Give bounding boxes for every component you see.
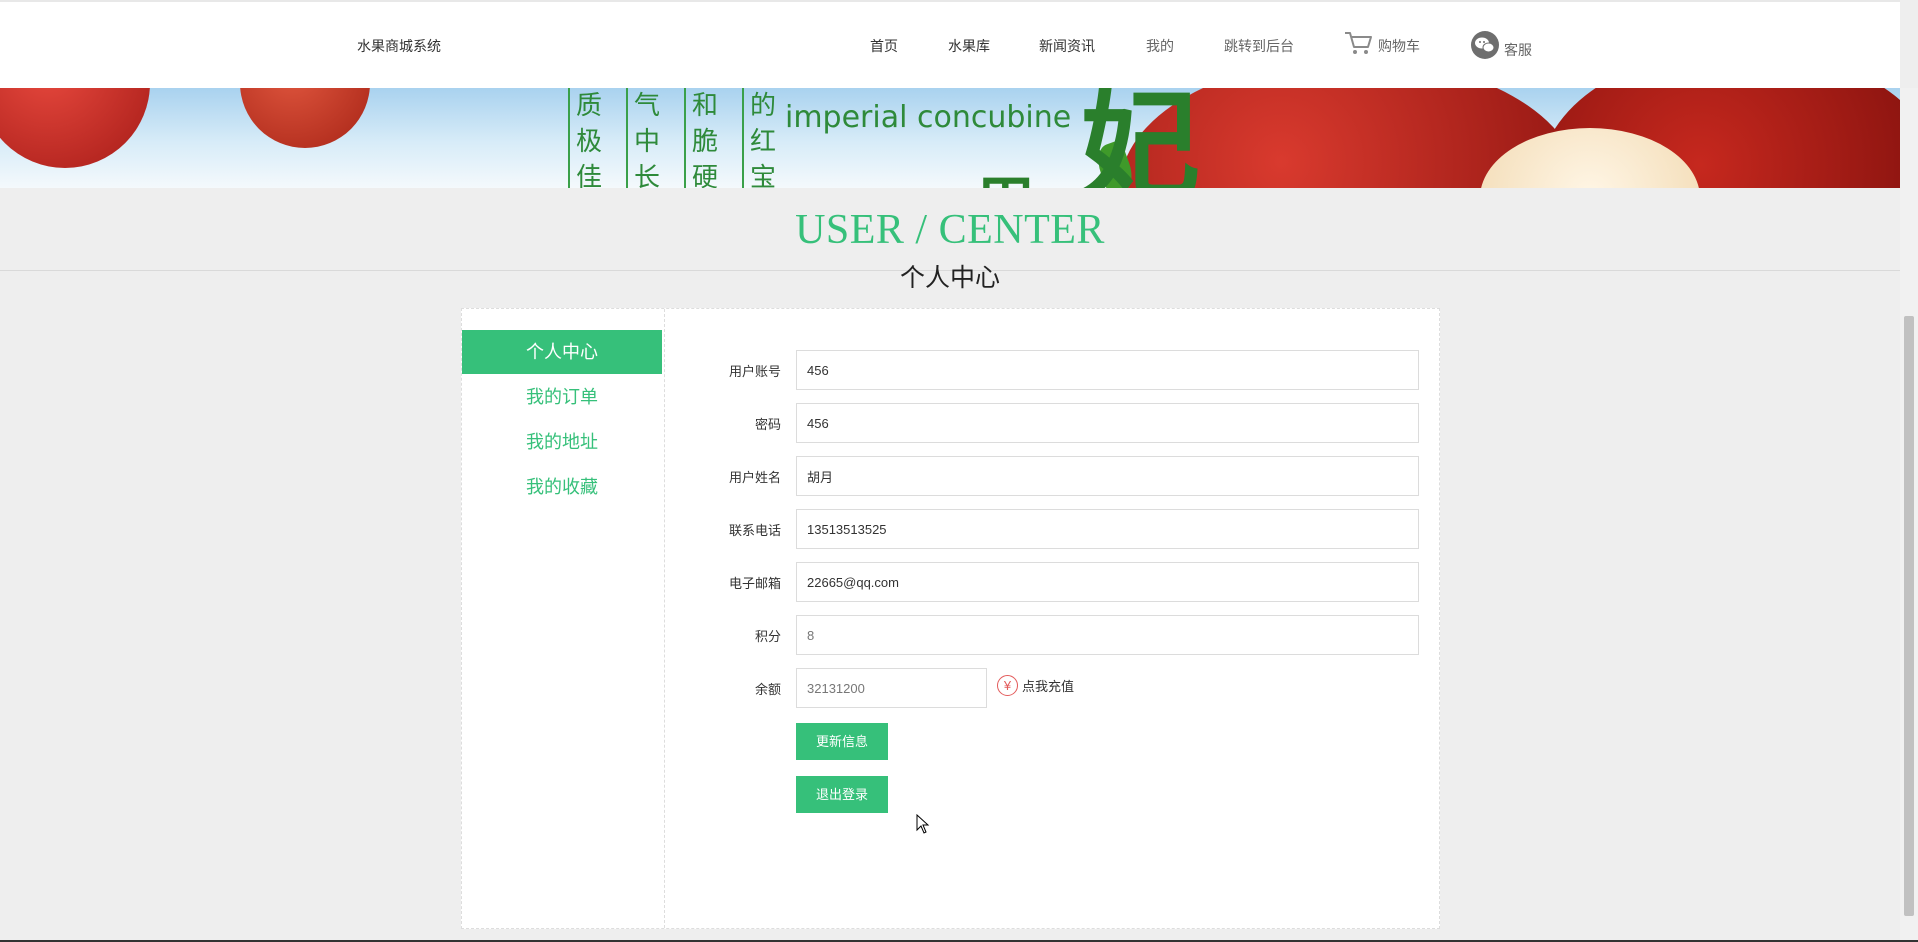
email-label: 电子邮箱 [728, 576, 781, 591]
nav-fruit-library[interactable]: 水果库 [948, 36, 990, 56]
email-field[interactable] [796, 562, 1419, 602]
recharge-link[interactable]: ¥ 点我充值 [997, 675, 1074, 696]
user-center-panel: 个人中心 我的订单 我的地址 我的收藏 用户账号 密码 用户姓名 联系电话 电子… [461, 308, 1440, 929]
recharge-label: 点我充值 [1022, 679, 1075, 694]
update-info-button[interactable]: 更新信息 [796, 723, 888, 760]
poem-column: 气中长 [626, 88, 660, 188]
account-field[interactable] [796, 350, 1419, 390]
poem-column: 质极佳 [568, 88, 602, 188]
points-field [796, 615, 1419, 655]
sidebar: 个人中心 我的订单 我的地址 我的收藏 [462, 309, 665, 928]
hero-banner: 质极佳 气中长 和脆硬 的红宝 imperial concubine 用 妃 [0, 88, 1900, 188]
poem-column: 的红宝 [742, 88, 776, 188]
nav-admin[interactable]: 跳转到后台 [1224, 36, 1294, 56]
banner-small-glyph: 用 [975, 156, 1035, 188]
nav-cart[interactable]: 购物车 [1344, 30, 1420, 56]
wechat-icon [1470, 30, 1500, 60]
balance-field [796, 668, 987, 708]
name-field[interactable] [796, 456, 1419, 496]
apple-image [0, 88, 150, 168]
sidebar-item-favorites[interactable]: 我的收藏 [462, 465, 662, 509]
site-title[interactable]: 水果商城系统 [357, 36, 441, 56]
cart-icon [1344, 30, 1374, 56]
logout-button[interactable]: 退出登录 [796, 776, 888, 813]
nav-service[interactable]: 客服 [1470, 30, 1532, 60]
page-title: 个人中心 [899, 264, 1000, 292]
points-label: 积分 [754, 629, 781, 644]
sidebar-item-orders[interactable]: 我的订单 [462, 375, 662, 419]
account-label: 用户账号 [728, 364, 781, 379]
balance-label: 余额 [754, 682, 781, 697]
apple-image [240, 88, 370, 148]
banner-brand-glyph: 妃 [1080, 88, 1200, 188]
phone-label: 联系电话 [728, 523, 781, 538]
password-label: 密码 [754, 417, 781, 432]
yen-icon: ¥ [997, 675, 1018, 696]
password-field[interactable] [796, 403, 1419, 443]
nav-news[interactable]: 新闻资讯 [1039, 36, 1095, 56]
scrollbar-thumb[interactable] [1904, 316, 1914, 916]
sidebar-item-profile[interactable]: 个人中心 [462, 330, 662, 374]
nav-service-label: 客服 [1504, 42, 1532, 58]
poem-column: 和脆硬 [684, 88, 718, 188]
top-header: 水果商城系统 首页 水果库 新闻资讯 我的 跳转到后台 购物车 客服 [0, 0, 1900, 88]
banner-english-text: imperial concubine [785, 100, 1072, 135]
banner-poem: 质极佳 气中长 和脆硬 的红宝 [568, 88, 776, 188]
page-title-english: USER / CENTER [795, 207, 1105, 253]
sidebar-item-address[interactable]: 我的地址 [462, 420, 662, 464]
nav-home[interactable]: 首页 [870, 36, 898, 56]
mouse-cursor-icon [916, 813, 930, 839]
page-scrollbar[interactable] [1900, 88, 1918, 942]
nav-mine[interactable]: 我的 [1146, 36, 1174, 56]
name-label: 用户姓名 [728, 470, 781, 485]
phone-field[interactable] [796, 509, 1419, 549]
nav-cart-label: 购物车 [1378, 38, 1420, 54]
